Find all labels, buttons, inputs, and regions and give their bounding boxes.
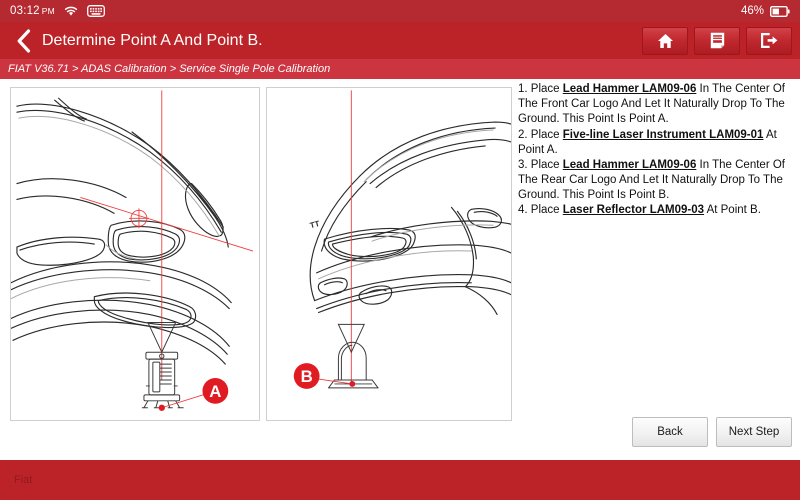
breadcrumb-text: FIAT V36.71 > ADAS Calibration > Service… bbox=[8, 63, 331, 75]
app-root: 03:12 PM 46% Determine Point A And Point… bbox=[0, 0, 800, 500]
instruction-post: At Point B. bbox=[704, 204, 761, 217]
clock-time: 03:12 bbox=[10, 5, 40, 17]
instruction-tool: Five-line Laser Instrument LAM09-01 bbox=[562, 128, 764, 141]
rear-car-illustration: TT B bbox=[293, 90, 511, 389]
back-button[interactable] bbox=[8, 22, 38, 59]
instruction-tool: Laser Reflector LAM09-03 bbox=[562, 204, 705, 217]
battery-icon bbox=[770, 5, 790, 17]
status-bar-right: 46% bbox=[741, 5, 790, 17]
vehicle-brand-label: Fiat bbox=[14, 474, 33, 486]
home-button[interactable] bbox=[642, 26, 688, 55]
instruction-list: 1. Place Lead Hammer LAM09-06 In The Cen… bbox=[518, 82, 794, 219]
front-car-calibration-diagram: A bbox=[10, 87, 260, 421]
crosshair-marker bbox=[129, 208, 149, 229]
instruction-pre: Place bbox=[530, 204, 563, 217]
instruction-tool: Lead Hammer LAM09-06 bbox=[562, 158, 697, 171]
back-step-button[interactable]: Back bbox=[632, 417, 708, 447]
header-toolbar bbox=[642, 26, 800, 55]
front-car-illustration: A bbox=[11, 90, 254, 411]
main-content: A TT B 1. Place Lead Hammer LAM09-06 In … bbox=[0, 79, 800, 460]
status-bar: 03:12 PM 46% bbox=[0, 0, 800, 22]
marker-a: A bbox=[202, 378, 229, 404]
wifi-icon bbox=[64, 6, 78, 17]
report-button[interactable] bbox=[694, 26, 740, 55]
exit-button[interactable] bbox=[746, 26, 792, 55]
footer-button-bar: Back Next Step bbox=[0, 412, 800, 452]
breadcrumb: FIAT V36.71 > ADAS Calibration > Service… bbox=[0, 59, 800, 79]
instruction-pre: Place bbox=[530, 158, 563, 171]
status-bar-left: 03:12 PM bbox=[10, 5, 105, 17]
instruction-number: 2. bbox=[518, 128, 531, 141]
keyboard-icon bbox=[86, 5, 105, 17]
chevron-left-icon bbox=[16, 28, 31, 53]
instruction-number: 1. bbox=[518, 83, 531, 95]
instruction-tool: Lead Hammer LAM09-06 bbox=[562, 83, 697, 95]
instruction-pre: Place bbox=[530, 83, 563, 95]
marker-b: B bbox=[293, 363, 320, 389]
point-a-dot bbox=[158, 404, 165, 411]
instruction-number: 3. bbox=[518, 158, 531, 171]
bottom-bar: Fiat bbox=[0, 460, 800, 500]
app-header: Determine Point A And Point B. bbox=[0, 22, 800, 59]
clock-ampm: PM bbox=[41, 6, 55, 16]
clock: 03:12 PM bbox=[10, 5, 55, 17]
instruction-number: 4. bbox=[518, 204, 531, 217]
car-badge-text: TT bbox=[309, 219, 321, 230]
exit-icon bbox=[760, 32, 778, 49]
instruction-item: 2. Place Five-line Laser Instrument LAM0… bbox=[518, 128, 794, 158]
point-b-dot bbox=[349, 380, 356, 387]
svg-text:A: A bbox=[209, 382, 221, 401]
instruction-item: 4. Place Laser Reflector LAM09-03 At Poi… bbox=[518, 203, 794, 218]
svg-text:B: B bbox=[301, 367, 313, 386]
battery-percent: 46% bbox=[740, 5, 764, 17]
instruction-pre: Place bbox=[530, 128, 563, 141]
report-icon bbox=[710, 32, 725, 49]
home-icon bbox=[657, 33, 674, 49]
instruction-item: 1. Place Lead Hammer LAM09-06 In The Cen… bbox=[518, 82, 794, 128]
next-step-button[interactable]: Next Step bbox=[716, 417, 792, 447]
rear-car-calibration-diagram: TT B bbox=[266, 87, 512, 421]
instruction-item: 3. Place Lead Hammer LAM09-06 In The Cen… bbox=[518, 158, 794, 204]
page-title: Determine Point A And Point B. bbox=[42, 31, 263, 49]
